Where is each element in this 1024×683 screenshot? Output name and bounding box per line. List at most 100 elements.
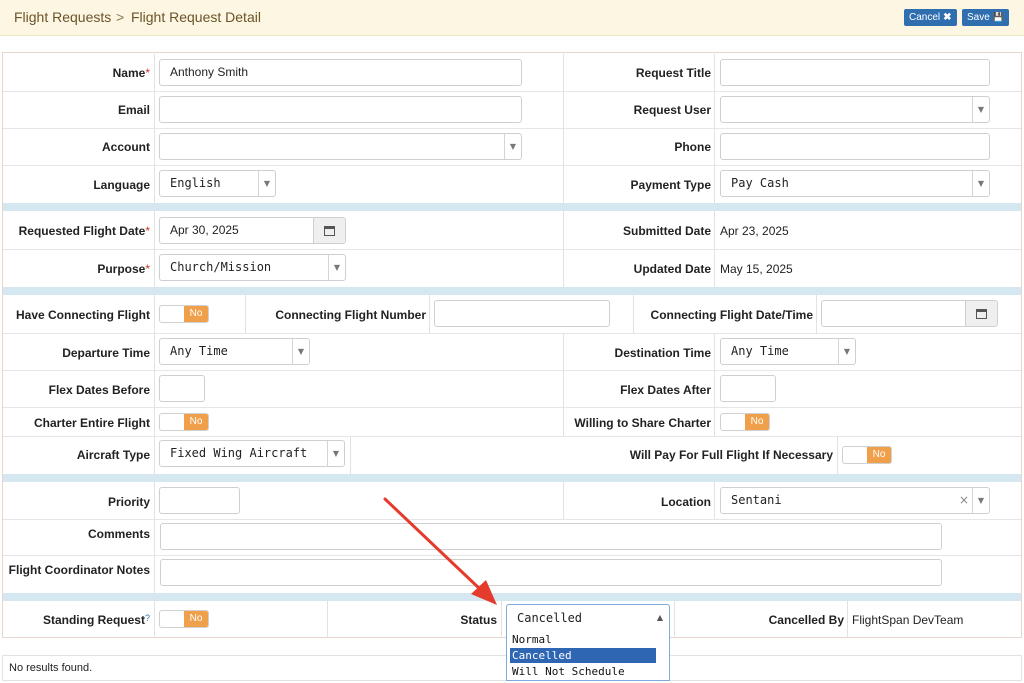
account-label: Account <box>102 140 150 154</box>
destination-time-select[interactable]: Any Time ▼ <box>720 338 856 365</box>
column-divider <box>350 436 351 474</box>
purpose-select[interactable]: Church/Mission ▼ <box>159 254 346 281</box>
will-pay-full-flight-toggle[interactable]: No <box>842 446 892 464</box>
updated-date-value: May 15, 2025 <box>720 262 793 276</box>
chevron-down-icon[interactable]: ▼ <box>972 488 989 513</box>
standing-request-toggle[interactable]: No <box>159 610 209 628</box>
requested-flight-date-input[interactable]: Apr 30, 2025 <box>159 217 346 244</box>
column-divider <box>154 54 155 638</box>
save-button[interactable]: Save 💾 <box>962 9 1010 26</box>
status-option-will-not-schedule[interactable]: Will Not Schedule <box>510 664 656 679</box>
column-divider <box>563 333 564 436</box>
name-label: Name* <box>112 66 150 80</box>
chevron-down-icon[interactable]: ▼ <box>292 339 309 364</box>
section-divider <box>3 474 1021 482</box>
status-select[interactable]: Cancelled ▲ <box>506 604 670 631</box>
request-user-select[interactable]: ▼ <box>720 96 990 123</box>
payment-type-value: Pay Cash <box>731 176 789 190</box>
flight-coordinator-notes-label: Flight Coordinator Notes <box>8 563 150 577</box>
row-divider <box>3 370 1021 371</box>
connecting-flight-number-label: Connecting Flight Number <box>275 308 426 322</box>
row-divider <box>3 249 1021 250</box>
payment-type-select[interactable]: Pay Cash ▼ <box>720 170 990 197</box>
account-select[interactable]: ▼ <box>159 133 522 160</box>
charter-entire-flight-label: Charter Entire Flight <box>33 416 150 430</box>
row-divider <box>3 91 1021 92</box>
destination-time-value: Any Time <box>731 344 789 358</box>
calendar-icon[interactable] <box>965 301 997 326</box>
chevron-down-icon[interactable]: ▼ <box>328 255 345 280</box>
column-divider <box>714 333 715 436</box>
status-option-normal[interactable]: Normal <box>510 632 656 647</box>
breadcrumb-separator: > <box>116 9 125 25</box>
location-select[interactable]: Sentani × ▼ <box>720 487 990 514</box>
toggle-state: No <box>867 447 891 463</box>
aircraft-type-select[interactable]: Fixed Wing Aircraft ▼ <box>159 440 345 467</box>
aircraft-type-label: Aircraft Type <box>76 448 150 462</box>
row-divider <box>3 407 1021 408</box>
help-icon[interactable]: ? <box>145 613 150 623</box>
chevron-down-icon[interactable]: ▼ <box>327 441 344 466</box>
column-divider <box>633 295 634 333</box>
column-divider <box>501 601 502 638</box>
chevron-down-icon[interactable]: ▼ <box>504 134 521 159</box>
row-divider <box>3 519 1021 520</box>
calendar-icon[interactable] <box>313 218 345 243</box>
save-button-label: Save <box>967 12 990 23</box>
connecting-flight-number-input[interactable] <box>434 300 610 327</box>
clear-icon[interactable]: × <box>957 488 971 513</box>
column-divider <box>714 54 715 203</box>
departure-time-select[interactable]: Any Time ▼ <box>159 338 310 365</box>
column-divider <box>714 482 715 519</box>
status-label: Status <box>460 613 497 627</box>
column-divider <box>429 295 430 333</box>
will-pay-full-flight-label: Will Pay For Full Flight If Necessary <box>629 448 833 462</box>
breadcrumb-parent[interactable]: Flight Requests <box>14 9 111 25</box>
toggle-state: No <box>184 414 208 430</box>
updated-date-label: Updated Date <box>633 262 711 276</box>
willing-to-share-charter-toggle[interactable]: No <box>720 413 770 431</box>
section-divider <box>3 593 1021 601</box>
status-value: Cancelled <box>517 611 583 625</box>
purpose-label: Purpose* <box>97 262 150 276</box>
charter-entire-flight-toggle[interactable]: No <box>159 413 209 431</box>
cancel-button[interactable]: Cancel ✖ <box>904 9 957 26</box>
column-divider <box>714 211 715 287</box>
comments-input[interactable] <box>160 523 942 550</box>
toggle-state: No <box>184 306 208 322</box>
toggle-state: No <box>184 611 208 627</box>
language-value: English <box>170 176 221 190</box>
column-divider <box>674 601 675 638</box>
comments-label: Comments <box>87 527 150 541</box>
cancel-button-label: Cancel <box>909 12 941 23</box>
cancelled-by-value: FlightSpan DevTeam <box>852 613 964 627</box>
column-divider <box>816 295 817 333</box>
flex-dates-after-input[interactable] <box>720 375 776 402</box>
chevron-down-icon[interactable]: ▼ <box>972 171 989 196</box>
connecting-flight-datetime-input[interactable] <box>821 300 998 327</box>
name-input[interactable]: Anthony Smith <box>159 59 522 86</box>
row-divider <box>3 436 1021 437</box>
email-input[interactable] <box>159 96 522 123</box>
language-select[interactable]: English ▼ <box>159 170 276 197</box>
have-connecting-flight-toggle[interactable]: No <box>159 305 209 323</box>
priority-input[interactable] <box>159 487 240 514</box>
status-option-cancelled[interactable]: Cancelled <box>510 648 656 663</box>
departure-time-value: Any Time <box>170 344 228 358</box>
flex-dates-before-input[interactable] <box>159 375 205 402</box>
flight-coordinator-notes-input[interactable] <box>160 559 942 586</box>
request-title-input[interactable] <box>720 59 990 86</box>
location-label: Location <box>661 495 711 509</box>
breadcrumb-current: Flight Request Detail <box>131 9 261 25</box>
requested-flight-date-label: Requested Flight Date* <box>18 224 150 238</box>
chevron-down-icon[interactable]: ▼ <box>258 171 275 196</box>
submitted-date-label: Submitted Date <box>622 224 711 238</box>
aircraft-type-value: Fixed Wing Aircraft <box>170 446 308 460</box>
flex-dates-before-label: Flex Dates Before <box>48 383 150 397</box>
destination-time-label: Destination Time <box>614 346 711 360</box>
chevron-down-icon[interactable]: ▼ <box>972 97 989 122</box>
phone-input[interactable] <box>720 133 990 160</box>
chevron-up-icon[interactable]: ▲ <box>657 605 663 631</box>
willing-to-share-charter-label: Willing to Share Charter <box>574 416 711 430</box>
chevron-down-icon[interactable]: ▼ <box>838 339 855 364</box>
